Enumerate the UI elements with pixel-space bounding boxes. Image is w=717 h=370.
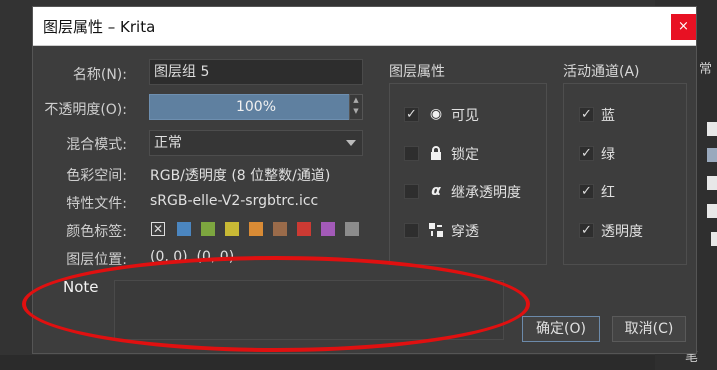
color-label-red[interactable] <box>297 222 311 236</box>
name-label: 名称(N): <box>72 67 127 83</box>
layer-thumbnail <box>707 176 717 190</box>
profile-label: 特性文件: <box>66 196 127 212</box>
blend-mode-value: 正常 <box>154 135 182 151</box>
blend-mode-label: 混合模式: <box>66 137 127 153</box>
title-bar: 图层属性 – Krita × <box>33 7 696 46</box>
channel-red-checkbox[interactable]: ✓ <box>579 184 594 199</box>
visible-label: 可见 <box>451 108 479 124</box>
channel-green-label: 绿 <box>601 147 615 163</box>
opacity-slider[interactable]: 100% ▲ ▼ <box>149 94 363 120</box>
chevron-down-icon <box>346 140 356 146</box>
close-button[interactable]: × <box>671 14 696 40</box>
color-label-blue[interactable] <box>177 222 191 236</box>
opacity-value: 100% <box>235 99 277 115</box>
channel-blue-checkbox[interactable]: ✓ <box>579 107 594 122</box>
color-label-brown[interactable] <box>273 222 287 236</box>
color-label-gray[interactable] <box>345 222 359 236</box>
background-text: 常 <box>699 62 713 77</box>
name-input[interactable]: 图层组 5 <box>149 59 363 85</box>
inherit-alpha-label: 继承透明度 <box>451 185 521 201</box>
layer-thumbnail <box>707 148 717 162</box>
color-space-value: RGB/透明度 (8 位整数/通道) <box>150 168 331 184</box>
inherit-alpha-checkbox[interactable] <box>404 184 419 199</box>
layer-props-title: 图层属性 <box>389 64 445 80</box>
channel-blue-label: 蓝 <box>601 108 615 124</box>
background-bottom <box>0 355 655 370</box>
lock-checkbox[interactable] <box>404 146 419 161</box>
eye-icon: ◉ <box>429 106 443 122</box>
color-label-yellow[interactable] <box>225 222 239 236</box>
blend-mode-select[interactable]: 正常 <box>149 130 363 156</box>
passthrough-checkbox[interactable] <box>404 223 419 238</box>
passthrough-label: 穿透 <box>451 224 479 240</box>
visible-checkbox[interactable]: ✓ <box>404 107 419 122</box>
layer-thumbnail <box>707 122 717 136</box>
ok-button[interactable]: 确定(O) <box>522 316 600 342</box>
color-label-label: 颜色标签: <box>66 224 127 240</box>
dialog-title: 图层属性 – Krita <box>43 18 156 36</box>
alpha-inherit-icon: α <box>431 183 441 199</box>
color-label-orange[interactable] <box>249 222 263 236</box>
color-label-purple[interactable] <box>321 222 335 236</box>
channels-title: 活动通道(A) <box>563 64 640 80</box>
color-label-green[interactable] <box>201 222 215 236</box>
channel-alpha-label: 透明度 <box>601 224 643 240</box>
layer-thumbnail <box>711 232 717 246</box>
lock-label: 锁定 <box>451 147 479 163</box>
highlight-ellipse <box>22 256 530 352</box>
opacity-stepper[interactable]: ▲ ▼ <box>349 94 363 120</box>
lock-icon <box>427 145 445 161</box>
opacity-label: 不透明度(O): <box>44 102 127 118</box>
color-space-label: 色彩空间: <box>66 168 127 184</box>
passthrough-icon <box>427 222 445 238</box>
channel-green-checkbox[interactable]: ✓ <box>579 146 594 161</box>
channel-alpha-checkbox[interactable]: ✓ <box>579 223 594 238</box>
channel-red-label: 红 <box>601 185 615 201</box>
layer-thumbnail <box>707 204 717 218</box>
color-label-none[interactable]: ✕ <box>151 222 165 236</box>
profile-value: sRGB-elle-V2-srgbtrc.icc <box>150 193 319 209</box>
cancel-button[interactable]: 取消(C) <box>612 316 686 342</box>
